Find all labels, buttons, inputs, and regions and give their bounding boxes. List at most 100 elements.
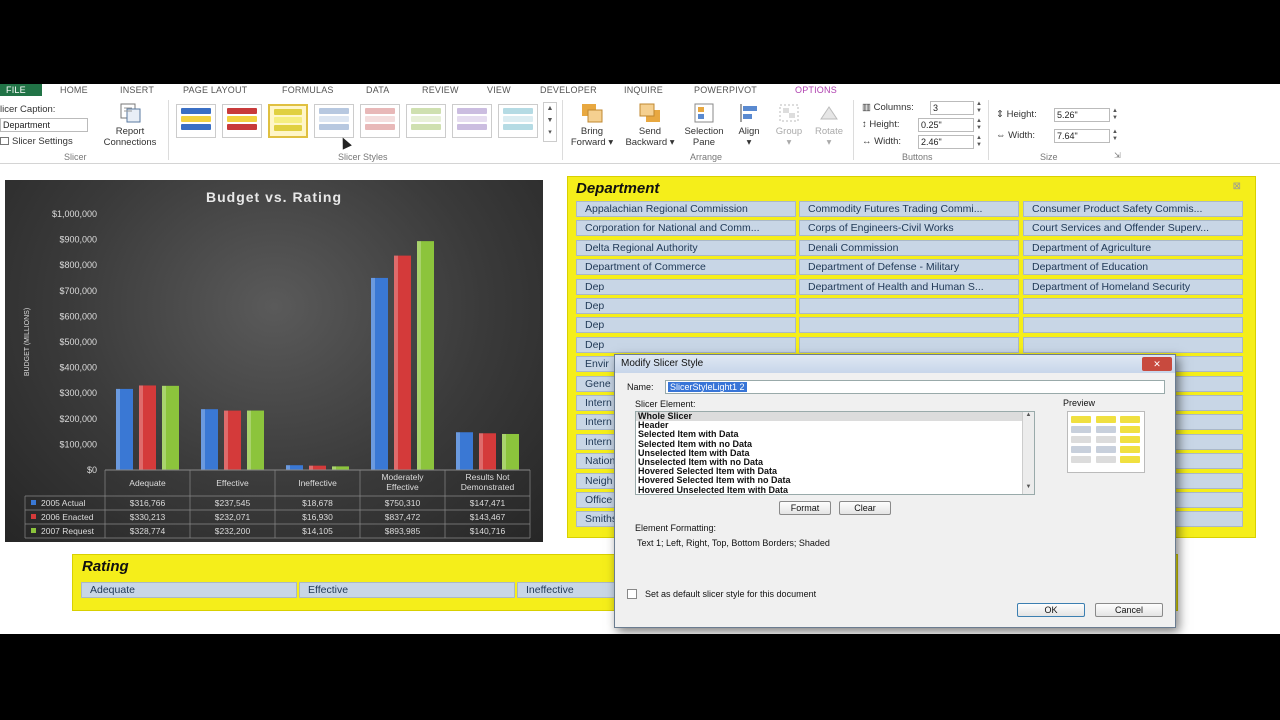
department-slicer-item[interactable] xyxy=(1023,298,1243,314)
tab-options[interactable]: OPTIONS xyxy=(795,84,837,96)
ok-button[interactable]: OK xyxy=(1017,603,1085,617)
slicer-style-light-red[interactable] xyxy=(360,104,400,138)
button-width-input[interactable]: 2.46" xyxy=(918,135,974,149)
size-width-spinner[interactable]: ▲ ▼ xyxy=(1111,129,1119,143)
budget-chart[interactable]: Budget vs. Rating BUDGET (MILLIONS) $0 $100… xyxy=(5,180,543,542)
slicer-element-item[interactable]: Whole Slicer xyxy=(636,412,1034,422)
department-slicer-item[interactable]: Department of Health and Human S... xyxy=(799,278,1019,295)
x-tick-label: Effective xyxy=(386,482,419,492)
department-slicer-item[interactable]: Court Services and Offender Superv... xyxy=(1023,220,1243,237)
department-slicer-item[interactable] xyxy=(799,336,1019,353)
slicer-style-blue[interactable] xyxy=(176,104,216,138)
bring-forward-button[interactable]: Bring Forward ▾ xyxy=(566,102,618,148)
department-slicer-item[interactable]: Corporation for National and Comm... xyxy=(576,220,796,237)
close-icon[interactable]: ✕ xyxy=(1142,357,1172,371)
slicer-style-red[interactable] xyxy=(222,104,262,138)
group-dropdown: ▾ xyxy=(786,137,792,148)
department-slicer-item[interactable]: Delta Regional Authority xyxy=(576,239,796,256)
legend-label: 2006 Enacted xyxy=(41,512,94,522)
style-name-input[interactable]: SlicerStyleLight1 2 xyxy=(665,380,1165,394)
tab-page-layout[interactable]: PAGE LAYOUT xyxy=(183,84,247,96)
send-backward-button[interactable]: Send Backward ▾ xyxy=(620,102,680,148)
columns-input[interactable]: 3 xyxy=(930,101,974,115)
align-button[interactable]: Align ▾ xyxy=(730,102,768,148)
department-slicer-item[interactable] xyxy=(799,298,1019,314)
department-slicer-item[interactable]: Corps of Engineers-Civil Works xyxy=(799,220,1019,237)
chevron-down-icon[interactable]: ▼ xyxy=(544,115,556,127)
clear-button[interactable]: Clear xyxy=(839,501,891,515)
group-button[interactable]: Group ▾ xyxy=(770,102,808,148)
slicer-style-light-purple[interactable] xyxy=(452,104,492,138)
tab-view[interactable]: VIEW xyxy=(487,84,511,96)
slicer-group-label: Slicer xyxy=(64,152,87,162)
department-slicer-item[interactable]: Department of Commerce xyxy=(576,259,796,276)
department-slicer-item[interactable] xyxy=(1023,317,1243,334)
scroll-down-icon[interactable]: ▼ xyxy=(1023,484,1034,490)
slicer-style-light-teal[interactable] xyxy=(498,104,538,138)
cancel-button[interactable]: Cancel xyxy=(1095,603,1163,617)
department-slicer-item[interactable] xyxy=(1023,336,1243,353)
department-slicer-item[interactable]: Department of Homeland Security xyxy=(1023,278,1243,295)
bar-highlight xyxy=(332,466,336,470)
columns-spinner[interactable]: ▲ ▼ xyxy=(975,101,983,115)
rotate-button[interactable]: Rotate ▾ xyxy=(810,102,848,148)
tab-home[interactable]: HOME xyxy=(60,84,88,96)
department-slicer-item[interactable]: Denali Commission xyxy=(799,239,1019,256)
clear-filter-icon[interactable]: ⊠ xyxy=(1233,181,1241,192)
tab-inquire[interactable]: INQUIRE xyxy=(624,84,663,96)
style-swatch xyxy=(274,117,302,123)
scroll-track[interactable] xyxy=(1023,418,1034,484)
size-height-input[interactable]: 5.26" xyxy=(1054,108,1110,122)
department-slicer-item[interactable]: Dep xyxy=(576,278,796,295)
default-style-checkbox[interactable] xyxy=(627,589,637,599)
button-height-spinner[interactable]: ▲ ▼ xyxy=(975,118,983,132)
department-slicer-item[interactable]: Dep xyxy=(576,336,796,353)
selection-pane-button[interactable]: Selection Pane xyxy=(680,102,728,148)
chart-title: Budget vs. Rating xyxy=(206,189,342,205)
slicer-style-light-green[interactable] xyxy=(406,104,446,138)
department-slicer-item[interactable]: Appalachian Regional Commission xyxy=(576,201,796,217)
default-style-label: Set as default slicer style for this doc… xyxy=(645,589,817,599)
legend-key xyxy=(31,500,36,505)
tab-insert[interactable]: INSERT xyxy=(120,84,154,96)
button-height-input[interactable]: 0.25" xyxy=(918,118,974,132)
department-slicer-item[interactable] xyxy=(799,317,1019,334)
selection-pane-label-2: Pane xyxy=(692,137,716,148)
slicer-caption-input[interactable]: Department xyxy=(0,118,88,132)
style-swatch xyxy=(503,108,533,114)
style-swatch xyxy=(319,108,349,114)
department-slicer-item[interactable]: Dep xyxy=(576,317,796,334)
department-slicer-item[interactable]: Department of Defense - Military xyxy=(799,259,1019,276)
element-list-scrollbar[interactable]: ▲ ▼ xyxy=(1022,412,1034,494)
department-slicer-item[interactable]: Consumer Product Safety Commis... xyxy=(1023,201,1243,217)
tab-data[interactable]: DATA xyxy=(366,84,389,96)
tab-formulas[interactable]: FORMULAS xyxy=(282,84,334,96)
tab-file[interactable]: FILE xyxy=(0,84,42,96)
slicer-element-list[interactable]: Whole Slicer Header Selected Item with Dat… xyxy=(635,411,1035,495)
slicer-settings-button[interactable]: Slicer Settings xyxy=(0,136,73,147)
format-button[interactable]: Format xyxy=(779,501,831,515)
department-slicer-item[interactable]: Department of Agriculture xyxy=(1023,239,1243,256)
slicer-style-yellow-selected[interactable] xyxy=(268,104,308,138)
rating-slicer-item[interactable]: Effective xyxy=(299,582,515,598)
selection-pane-label-1: Selection xyxy=(684,126,724,137)
rating-slicer-item[interactable]: Adequate xyxy=(81,582,297,598)
chevron-up-icon[interactable]: ▲ xyxy=(544,103,556,115)
tab-review[interactable]: REVIEW xyxy=(422,84,459,96)
department-slicer-item[interactable]: Department of Education xyxy=(1023,259,1243,276)
size-width-input[interactable]: 7.64" xyxy=(1054,129,1110,143)
button-width-spinner[interactable]: ▲ ▼ xyxy=(975,135,983,149)
tab-developer[interactable]: DEVELOPER xyxy=(540,84,597,96)
department-slicer-item[interactable]: Commodity Futures Trading Commi... xyxy=(799,201,1019,217)
slicer-style-light-blue[interactable] xyxy=(314,104,354,138)
size-dialog-launcher-icon[interactable]: ⇲ xyxy=(1114,151,1121,160)
x-tick-label: Ineffective xyxy=(298,478,337,488)
report-connections-button[interactable]: Report Connections xyxy=(98,102,162,148)
more-icon[interactable]: ▾ xyxy=(544,127,556,139)
size-height-spinner[interactable]: ▲ ▼ xyxy=(1111,108,1119,122)
gallery-scroll[interactable]: ▲ ▼ ▾ xyxy=(543,102,557,142)
tab-powerpivot[interactable]: POWERPIVOT xyxy=(694,84,757,96)
department-slicer-item[interactable]: Dep xyxy=(576,298,796,314)
style-swatch xyxy=(181,116,211,122)
slicer-element-item[interactable]: Hovered Unselected Item with Data xyxy=(636,485,1034,494)
